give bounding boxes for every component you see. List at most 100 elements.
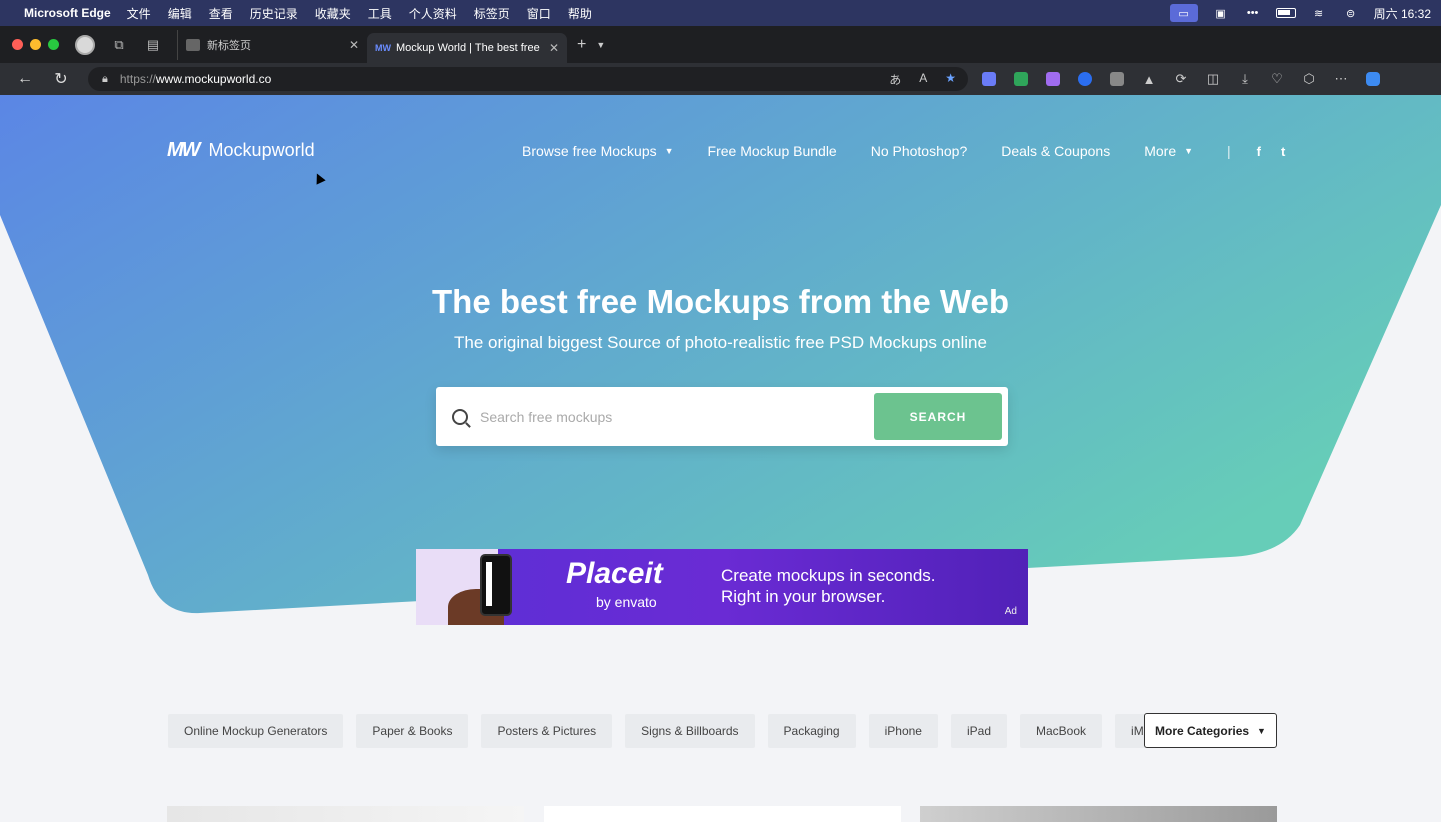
menu-tools[interactable]: 工具 — [368, 5, 392, 22]
health-icon[interactable]: ♡ — [1270, 71, 1284, 87]
hero-title: The best free Mockups from the Web — [432, 283, 1009, 320]
chevron-down-icon: ▼ — [664, 146, 674, 156]
mockup-card[interactable] — [544, 806, 901, 822]
ad-phone-image — [480, 554, 512, 616]
hero-subtitle: The original biggest Source of photo-rea… — [454, 333, 987, 352]
category-paper-books[interactable]: Paper & Books — [356, 714, 469, 748]
more-dots-icon[interactable]: ••• — [1244, 6, 1262, 20]
nav-no-photoshop[interactable]: No Photoshop? — [871, 143, 968, 159]
tab-new-tab[interactable]: 新标签页 ✕ — [177, 29, 367, 60]
settings-more-icon[interactable]: ⋯ — [1334, 71, 1348, 87]
menu-file[interactable]: 文件 — [127, 5, 151, 22]
nav-label: More — [1144, 143, 1177, 159]
copilot-icon[interactable] — [1366, 72, 1380, 86]
ad-tagline-1: Create mockups in seconds. — [721, 566, 936, 585]
nav-free-bundle[interactable]: Free Mockup Bundle — [708, 143, 837, 159]
menu-view[interactable]: 查看 — [209, 5, 233, 22]
category-iphone[interactable]: iPhone — [868, 714, 938, 748]
tab-title: Mockup World | The best free M — [396, 42, 543, 54]
browser-tabstrip: ⧉ ▤ 新标签页 ✕ MW Mockup World | The best fr… — [0, 26, 1441, 63]
category-bar: Online Mockup Generators Paper & Books P… — [168, 714, 1185, 748]
search-button[interactable]: SEARCH — [874, 393, 1002, 440]
nav-deals[interactable]: Deals & Coupons — [1001, 143, 1110, 159]
minimize-window-button[interactable] — [30, 39, 41, 50]
control-center-icon[interactable]: ⊜ — [1342, 6, 1360, 20]
display-icon[interactable]: ▣ — [1212, 6, 1230, 20]
mockup-card[interactable] — [167, 806, 524, 822]
chevron-down-icon: ▼ — [1184, 146, 1194, 156]
nav-more[interactable]: More ▼ — [1144, 143, 1193, 159]
address-bar[interactable]: 🔒︎ https://www.mockupworld.co あ A ★ — [88, 67, 968, 91]
menu-window[interactable]: 窗口 — [527, 5, 551, 22]
extension-icon[interactable]: ▲ — [1142, 72, 1156, 87]
workspaces-icon[interactable]: ⧉ — [109, 37, 129, 53]
mockupworld-logo-icon: MW — [167, 139, 201, 161]
mockupworld-favicon-icon: MW — [375, 43, 391, 53]
tab-mockupworld[interactable]: MW Mockup World | The best free M ✕ — [367, 33, 567, 63]
split-screen-icon[interactable]: ◫ — [1206, 71, 1220, 87]
extension-icon[interactable] — [1014, 72, 1028, 86]
translate-icon[interactable]: あ — [889, 71, 901, 88]
menu-tabs[interactable]: 标签页 — [474, 5, 510, 22]
site-logo[interactable]: MW Mockupworld — [167, 139, 315, 162]
back-button[interactable]: ← — [10, 70, 40, 88]
extension-icon[interactable] — [1110, 72, 1124, 86]
facebook-icon[interactable]: f — [1257, 144, 1261, 159]
lock-icon[interactable]: 🔒︎ — [102, 73, 108, 86]
tab-close-icon[interactable]: ✕ — [549, 41, 559, 55]
ad-tagline-2: Right in your browser. — [721, 587, 886, 606]
nav-divider: | — [1227, 143, 1231, 159]
menubar-clock[interactable]: 周六 16:32 — [1374, 5, 1431, 22]
url-host: www.mockupworld.co — [155, 72, 272, 86]
url-text[interactable]: https://www.mockupworld.co — [120, 72, 271, 86]
tab-actions-icon[interactable]: ▤ — [143, 37, 163, 53]
tab-list-chevron-icon[interactable]: ▼ — [596, 40, 605, 50]
url-protocol: https:// — [119, 72, 156, 86]
extension-icon[interactable] — [1046, 72, 1060, 86]
site-nav: Browse free Mockups ▼ Free Mockup Bundle … — [522, 143, 1305, 159]
read-aloud-icon[interactable]: A — [919, 71, 927, 88]
refresh-extension-icon[interactable]: ⟳ — [1174, 71, 1188, 87]
collections-icon[interactable]: ⬡ — [1302, 71, 1316, 87]
menu-history[interactable]: 历史记录 — [250, 5, 298, 22]
app-name-menu[interactable]: Microsoft Edge — [24, 6, 111, 20]
placeit-ad-banner[interactable]: Placeit by envato Create mockups in seco… — [416, 549, 1028, 625]
extension-icon[interactable] — [982, 72, 996, 86]
close-window-button[interactable] — [12, 39, 23, 50]
search-input[interactable] — [480, 408, 860, 425]
category-posters-pictures[interactable]: Posters & Pictures — [481, 714, 613, 748]
menu-profile[interactable]: 个人资料 — [409, 5, 457, 22]
twitter-icon[interactable]: t — [1281, 144, 1285, 159]
search-box: SEARCH — [436, 387, 1008, 446]
tab-close-icon[interactable]: ✕ — [349, 38, 359, 52]
category-ipad[interactable]: iPad — [950, 714, 1007, 748]
category-packaging[interactable]: Packaging — [767, 714, 856, 748]
web-page: MW Mockupworld Browse free Mockups ▼ Free… — [0, 95, 1441, 822]
chevron-down-icon: ▼ — [1257, 725, 1266, 736]
favorite-star-icon[interactable]: ★ — [945, 71, 956, 88]
wifi-icon[interactable]: ≋ — [1310, 6, 1328, 20]
window-controls — [12, 39, 59, 50]
extension-icon[interactable] — [1078, 72, 1092, 86]
mockup-card[interactable] — [920, 806, 1277, 822]
downloads-icon[interactable]: ⤓ — [1238, 71, 1252, 87]
profile-avatar[interactable] — [75, 34, 95, 55]
category-online-generators[interactable]: Online Mockup Generators — [168, 714, 344, 748]
more-categories-button[interactable]: More Categories ▼ — [1144, 713, 1277, 748]
category-signs-billboards[interactable]: Signs & Billboards — [625, 714, 755, 748]
nav-browse-mockups[interactable]: Browse free Mockups ▼ — [522, 143, 674, 159]
refresh-button[interactable]: ↻ — [46, 69, 76, 89]
ad-brand: Placeit — [566, 557, 663, 590]
new-tab-button[interactable]: + — [577, 36, 586, 54]
screen-mirror-icon[interactable]: ▭ — [1169, 4, 1198, 22]
menu-edit[interactable]: 编辑 — [168, 5, 192, 22]
more-categories-label: More Categories — [1155, 723, 1250, 738]
menu-help[interactable]: 帮助 — [568, 5, 592, 22]
macos-menubar: Microsoft Edge 文件 编辑 查看 历史记录 收藏夹 工具 个人资料… — [0, 0, 1441, 26]
menu-favorites[interactable]: 收藏夹 — [315, 5, 351, 22]
nav-label: Browse free Mockups — [522, 143, 657, 159]
category-macbook[interactable]: MacBook — [1020, 714, 1103, 748]
zoom-window-button[interactable] — [48, 39, 59, 50]
battery-icon[interactable] — [1275, 8, 1296, 18]
ad-by-envato: by envato — [596, 594, 657, 610]
